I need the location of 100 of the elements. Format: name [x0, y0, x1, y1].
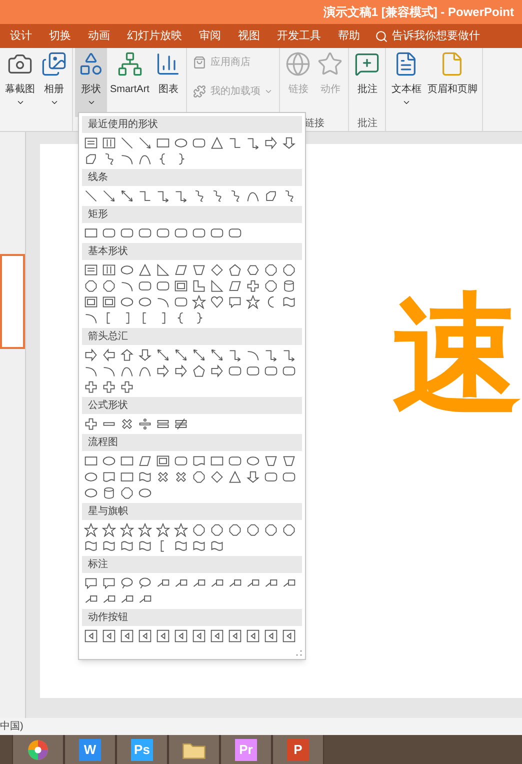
- oval-icon[interactable]: [84, 470, 98, 484]
- ribbon-button[interactable]: SmartArt: [107, 48, 152, 117]
- double-arrow-line-icon[interactable]: [174, 348, 188, 362]
- triangle-icon[interactable]: [138, 263, 152, 277]
- diamond-icon[interactable]: [210, 470, 224, 484]
- ribbon-tab[interactable]: 动画: [86, 28, 112, 44]
- freeform-icon[interactable]: [264, 189, 278, 203]
- speech-callout-icon[interactable]: [228, 295, 242, 309]
- multiply-icon[interactable]: [174, 470, 188, 484]
- tell-me-field[interactable]: 告诉我你想要做什: [375, 28, 502, 44]
- double-arrow-line-icon[interactable]: [210, 348, 224, 362]
- elbow-arrow-connector-icon[interactable]: [228, 348, 242, 362]
- rounded-rectangle-icon[interactable]: [228, 226, 242, 240]
- oval-icon[interactable]: [102, 454, 116, 468]
- plus-icon[interactable]: [246, 279, 260, 293]
- action-button-icon[interactable]: [192, 629, 206, 643]
- oval-callout-icon[interactable]: [120, 576, 134, 590]
- elbow-connector-icon[interactable]: [138, 189, 152, 203]
- elbow-arrow-connector-icon[interactable]: [264, 348, 278, 362]
- up-arrow-icon[interactable]: [120, 348, 134, 362]
- equal-icon[interactable]: [156, 417, 170, 431]
- oval-icon[interactable]: [138, 295, 152, 309]
- right-arrow-icon[interactable]: [84, 348, 98, 362]
- rounded-rectangle-icon[interactable]: [156, 279, 170, 293]
- taskbar-button[interactable]: [168, 735, 220, 764]
- ribbon-button[interactable]: 相册: [38, 48, 70, 117]
- rounded-rectangle-icon[interactable]: [174, 454, 188, 468]
- rounded-rectangle-icon[interactable]: [192, 226, 206, 240]
- wave-flag-icon[interactable]: [138, 470, 152, 484]
- octagon-icon[interactable]: [120, 486, 134, 500]
- elbow-connector-icon[interactable]: [228, 136, 242, 150]
- rounded-rectangle-icon[interactable]: [138, 279, 152, 293]
- parallelogram-icon[interactable]: [228, 279, 242, 293]
- action-button-icon[interactable]: [120, 629, 134, 643]
- heart-icon[interactable]: [210, 295, 224, 309]
- oval-callout-icon[interactable]: [138, 576, 152, 590]
- plus-icon[interactable]: [102, 380, 116, 394]
- action-button-icon[interactable]: [156, 629, 170, 643]
- wave-flag-icon[interactable]: [174, 539, 188, 553]
- wave-flag-icon[interactable]: [282, 295, 296, 309]
- trapezoid-icon[interactable]: [282, 454, 296, 468]
- right-arrow-icon[interactable]: [174, 364, 188, 378]
- rounded-rectangle-icon[interactable]: [156, 226, 170, 240]
- right-triangle-icon[interactable]: [210, 279, 224, 293]
- rectangle-icon[interactable]: [120, 454, 134, 468]
- star-icon[interactable]: [102, 523, 116, 537]
- arrow-line-icon[interactable]: [102, 189, 116, 203]
- ribbon-tab[interactable]: 设计: [8, 28, 34, 44]
- down-arrow-icon[interactable]: [246, 470, 260, 484]
- star-icon[interactable]: [120, 523, 134, 537]
- arc-icon[interactable]: [102, 364, 116, 378]
- octagon-icon[interactable]: [192, 523, 206, 537]
- rounded-rectangle-icon[interactable]: [264, 470, 278, 484]
- diamond-icon[interactable]: [210, 263, 224, 277]
- cylinder-icon[interactable]: [282, 279, 296, 293]
- down-arrow-icon[interactable]: [282, 136, 296, 150]
- ribbon-tab[interactable]: 幻灯片放映: [125, 28, 184, 44]
- arc-icon[interactable]: [156, 295, 170, 309]
- hexagon-icon[interactable]: [246, 263, 260, 277]
- action-button-icon[interactable]: [102, 629, 116, 643]
- triangle-icon[interactable]: [210, 136, 224, 150]
- l-shape-icon[interactable]: [192, 279, 206, 293]
- rounded-rectangle-icon[interactable]: [282, 470, 296, 484]
- taskbar-button[interactable]: [12, 735, 64, 764]
- taskbar-button[interactable]: W: [64, 735, 116, 764]
- rectangle-icon[interactable]: [84, 226, 98, 240]
- star-icon[interactable]: [138, 523, 152, 537]
- elbow-arrow-connector-icon[interactable]: [282, 348, 296, 362]
- action-button-icon[interactable]: [138, 629, 152, 643]
- rounded-rectangle-icon[interactable]: [138, 226, 152, 240]
- double-arrow-line-icon[interactable]: [120, 189, 134, 203]
- star-icon[interactable]: [192, 295, 206, 309]
- octagon-icon[interactable]: [192, 470, 206, 484]
- text-box-icon[interactable]: [84, 136, 98, 150]
- rounded-rectangle-icon[interactable]: [264, 364, 278, 378]
- octagon-icon[interactable]: [282, 263, 296, 277]
- ribbon-tab[interactable]: 开发工具: [275, 28, 323, 44]
- oval-icon[interactable]: [174, 136, 188, 150]
- plus-icon[interactable]: [84, 380, 98, 394]
- line-icon[interactable]: [120, 136, 134, 150]
- wave-flag-icon[interactable]: [120, 539, 134, 553]
- ribbon-button[interactable]: 批注: [351, 48, 384, 117]
- oval-icon[interactable]: [138, 486, 152, 500]
- star-icon[interactable]: [84, 523, 98, 537]
- ribbon-tab[interactable]: 审阅: [197, 28, 223, 44]
- elbow-arrow-connector-icon[interactable]: [156, 189, 170, 203]
- speech-callout-icon[interactable]: [102, 576, 116, 590]
- octagon-icon[interactable]: [264, 523, 278, 537]
- vertical-text-box-icon[interactable]: [102, 263, 116, 277]
- star-icon[interactable]: [156, 523, 170, 537]
- right-arrow-icon[interactable]: [264, 136, 278, 150]
- right-arrow-icon[interactable]: [156, 364, 170, 378]
- arc-icon[interactable]: [84, 364, 98, 378]
- rounded-rectangle-icon[interactable]: [120, 226, 134, 240]
- wave-flag-icon[interactable]: [210, 539, 224, 553]
- rounded-rectangle-icon[interactable]: [282, 364, 296, 378]
- wave-flag-icon[interactable]: [84, 539, 98, 553]
- right-triangle-icon[interactable]: [156, 263, 170, 277]
- arc-icon[interactable]: [120, 152, 134, 166]
- double-arrow-line-icon[interactable]: [192, 348, 206, 362]
